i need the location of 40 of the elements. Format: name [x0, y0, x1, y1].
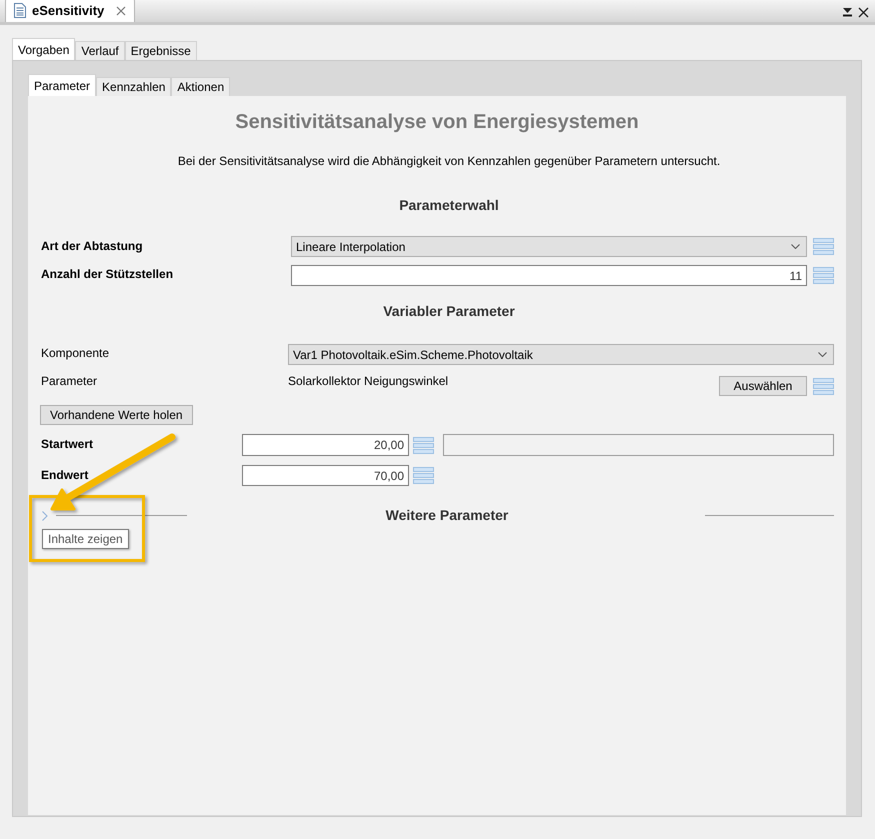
field-label: Parameter — [41, 373, 98, 390]
parameter-value: Solarkollektor Neigungswinkel — [288, 373, 450, 390]
chevron-down-icon — [791, 244, 800, 249]
dropdown[interactable]: Lineare Interpolation — [291, 236, 807, 257]
tab[interactable]: Verlauf — [75, 41, 125, 60]
document-icon — [14, 3, 26, 18]
field-label: Art der Abtastung — [41, 238, 144, 255]
section-heading: Weitere Parameter — [384, 506, 510, 525]
field-label: Endwert — [41, 467, 90, 484]
list-icon[interactable] — [413, 467, 434, 484]
list-icon[interactable] — [813, 378, 834, 394]
chevron-right-icon[interactable] — [42, 510, 48, 520]
close-icon[interactable] — [858, 7, 869, 18]
tab[interactable]: Parameter — [28, 74, 96, 96]
tooltip: Inhalte zeigen — [42, 529, 129, 549]
number-field[interactable]: 70,00 — [242, 465, 409, 486]
section-heading: Parameterwahl — [398, 196, 500, 215]
page-title: Sensitivitätsanalyse von Energiesystemen — [234, 110, 640, 133]
list-icon[interactable] — [813, 238, 834, 255]
dropdown[interactable]: Var1 Photovoltaik.eSim.Scheme.Photovoltaik — [288, 344, 834, 365]
fetch-values-button[interactable]: Vorhandene Werte holen — [40, 405, 193, 425]
field-label: Anzahl der Stützstellen — [41, 266, 174, 283]
number-field[interactable]: 11 — [291, 265, 807, 286]
text-field[interactable] — [443, 434, 834, 456]
tab-title: eSensitivity — [32, 2, 104, 20]
tab[interactable]: Vorgaben — [12, 38, 76, 60]
field-label: Startwert — [41, 436, 94, 453]
chevron-down-icon — [818, 352, 827, 357]
editor-tab[interactable]: eSensitivity — [5, 0, 136, 22]
tab[interactable]: Aktionen — [171, 77, 230, 96]
field-label: Komponente — [41, 345, 110, 362]
list-icon[interactable] — [413, 436, 434, 454]
select-button[interactable]: Auswählen — [719, 376, 807, 396]
number-field[interactable]: 20,00 — [242, 434, 409, 456]
tab[interactable]: Ergebnisse — [124, 41, 197, 60]
description: Bei der Sensitivitätsanalyse wird die Abhängigkeit von Kennzahlen gegenüber Parametern untersucht. — [176, 153, 722, 170]
tab[interactable]: Kennzahlen — [96, 77, 172, 96]
list-icon[interactable] — [813, 267, 834, 284]
view-menu-icon[interactable] — [843, 8, 852, 17]
section-heading: Variabler Parameter — [382, 302, 516, 321]
